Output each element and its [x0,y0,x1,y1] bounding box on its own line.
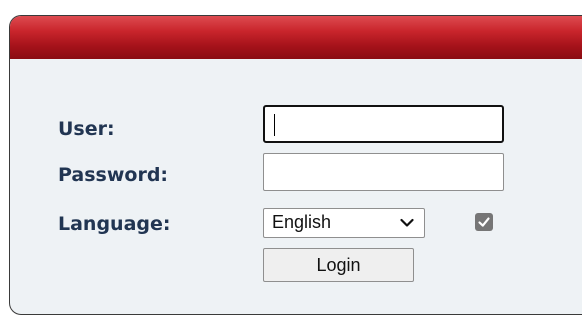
language-label: Language: [58,213,171,235]
text-caret [274,114,275,136]
login-panel: User: Password: Language: English Login [9,15,582,315]
remember-checkbox[interactable] [475,213,493,231]
user-input[interactable] [263,105,504,143]
language-selected-value: English [272,212,332,232]
password-input[interactable] [263,153,504,191]
panel-header-bar [10,16,582,59]
language-select[interactable]: English [263,208,425,238]
user-label: User: [58,118,115,140]
chevron-down-icon [400,218,414,227]
checkmark-icon [478,217,490,227]
login-button[interactable]: Login [263,248,414,282]
password-label: Password: [58,164,169,186]
